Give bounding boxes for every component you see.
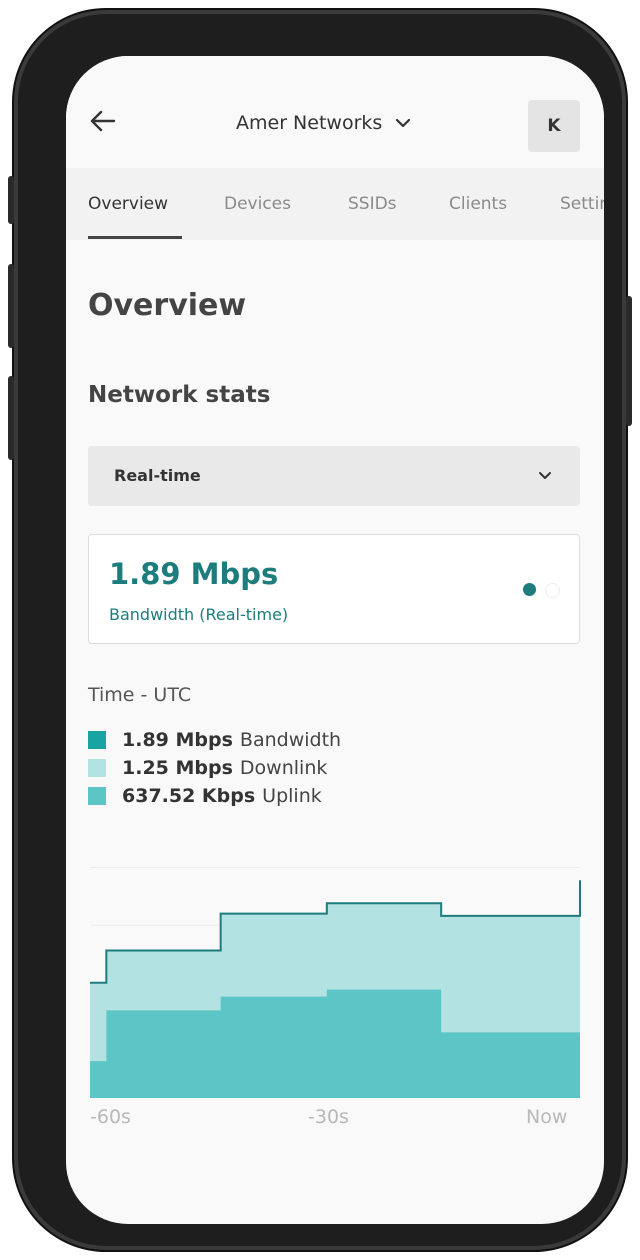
- carousel-dot-inactive[interactable]: [545, 583, 560, 598]
- bandwidth-chart: [90, 867, 581, 1098]
- legend-value-uplink: 637.52 Kbps: [122, 785, 256, 807]
- legend-name-downlink: Downlink: [239, 757, 328, 779]
- app-screen: Amer Networks K Overview Devices SSIDs C…: [66, 56, 604, 1224]
- legend-value-downlink: 1.25 Mbps: [122, 757, 233, 779]
- phone-frame: Amer Networks K Overview Devices SSIDs C…: [8, 10, 632, 1250]
- network-selector[interactable]: Amer Networks: [236, 112, 412, 134]
- legend-name-uplink: Uplink: [262, 785, 322, 807]
- x-tick-label: Now: [526, 1106, 568, 1128]
- chart-legend: 1.89 Mbps Bandwidth 1.25 Mbps Downlink 6…: [88, 726, 341, 810]
- legend-item-uplink: 637.52 Kbps Uplink: [88, 782, 341, 810]
- volume-up-button: [8, 264, 14, 348]
- time-range-select[interactable]: Real-time: [88, 446, 580, 506]
- volume-down-button: [8, 376, 14, 460]
- bandwidth-stat-card: 1.89 Mbps Bandwidth (Real-time): [88, 534, 580, 644]
- avatar[interactable]: K: [528, 100, 580, 152]
- x-tick-label: -30s: [308, 1106, 349, 1128]
- section-title: Network stats: [88, 382, 271, 408]
- legend-swatch-downlink: [88, 759, 106, 777]
- active-tab-indicator: [88, 236, 182, 239]
- carousel-dot-active[interactable]: [523, 583, 536, 596]
- top-bar: Amer Networks K: [66, 56, 604, 168]
- time-zone-label: Time - UTC: [88, 684, 192, 706]
- x-tick-label: -60s: [90, 1106, 131, 1128]
- legend-swatch-uplink: [88, 787, 106, 805]
- bandwidth-value: 1.89 Mbps: [109, 557, 279, 591]
- chevron-down-icon: [539, 472, 551, 479]
- legend-name-bandwidth: Bandwidth: [239, 729, 342, 751]
- legend-item-downlink: 1.25 Mbps Downlink: [88, 754, 341, 782]
- page-title: Overview: [88, 288, 247, 323]
- time-range-value: Real-time: [114, 466, 201, 485]
- tab-settings[interactable]: Settings: [560, 194, 604, 214]
- chevron-down-icon: [396, 118, 411, 128]
- network-name: Amer Networks: [236, 112, 383, 134]
- legend-value-bandwidth: 1.89 Mbps: [122, 729, 233, 751]
- back-arrow-icon[interactable]: [88, 106, 118, 136]
- power-button: [626, 296, 632, 426]
- legend-item-bandwidth: 1.89 Mbps Bandwidth: [88, 726, 341, 754]
- silent-switch: [8, 176, 14, 224]
- legend-swatch-bandwidth: [88, 731, 106, 749]
- tab-clients[interactable]: Clients: [449, 194, 507, 214]
- bandwidth-label: Bandwidth (Real-time): [109, 605, 289, 624]
- tab-ssids[interactable]: SSIDs: [348, 194, 397, 214]
- tab-devices[interactable]: Devices: [224, 194, 291, 214]
- tab-bar: Overview Devices SSIDs Clients Settings: [66, 168, 604, 240]
- tab-overview[interactable]: Overview: [88, 194, 168, 214]
